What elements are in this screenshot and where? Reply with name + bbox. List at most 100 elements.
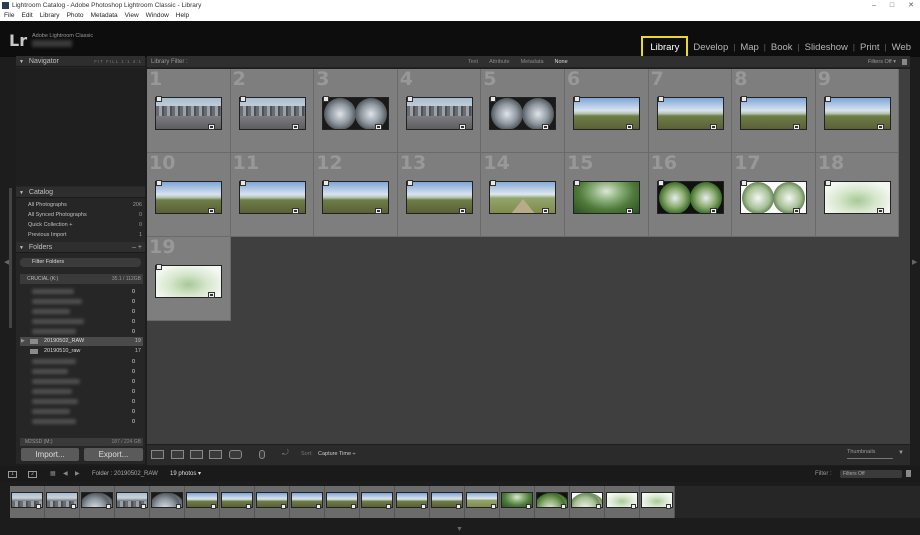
compare-view-icon[interactable] bbox=[190, 450, 203, 459]
survey-view-icon[interactable] bbox=[209, 450, 222, 459]
pick-flag-icon[interactable] bbox=[239, 180, 246, 186]
lock-icon[interactable] bbox=[902, 59, 907, 65]
filter-text[interactable]: Text bbox=[468, 56, 478, 68]
grid-cell[interactable]: 7 bbox=[648, 68, 733, 153]
grid-cell[interactable]: 13 bbox=[397, 152, 482, 237]
pick-flag-icon[interactable] bbox=[490, 96, 497, 102]
pick-flag-icon[interactable] bbox=[323, 180, 330, 186]
edit-badge-icon[interactable] bbox=[626, 208, 633, 214]
catalog-item[interactable]: All Photographs 206 bbox=[28, 200, 142, 210]
pick-flag-icon[interactable] bbox=[657, 96, 664, 102]
toolbar-menu-chevron-icon[interactable]: ▼ bbox=[898, 450, 904, 456]
pick-flag-icon[interactable] bbox=[490, 180, 497, 186]
pick-flag-icon[interactable] bbox=[156, 264, 162, 270]
module-develop[interactable]: Develop bbox=[688, 42, 733, 53]
filmstrip-thumbnail[interactable] bbox=[465, 486, 500, 518]
edit-badge-icon[interactable] bbox=[208, 208, 215, 214]
edit-badge-icon[interactable] bbox=[709, 124, 717, 130]
edit-badge-icon[interactable] bbox=[626, 124, 633, 130]
add-folder-icon[interactable]: – + bbox=[132, 242, 142, 253]
catalog-item[interactable]: Quick Collection + 0 bbox=[28, 220, 142, 230]
loupe-view-icon[interactable] bbox=[171, 450, 184, 459]
module-book[interactable]: Book bbox=[766, 42, 798, 53]
folders-header[interactable]: ▼ Folders – + bbox=[16, 242, 145, 253]
grid-cell[interactable]: 6 bbox=[565, 68, 649, 153]
back-arrow-icon[interactable]: ◀ bbox=[63, 466, 68, 482]
sort-direction-icon[interactable]: ⤾ bbox=[282, 448, 295, 457]
filter-folders-input[interactable]: Filter Folders bbox=[20, 258, 141, 267]
menu-edit[interactable]: Edit bbox=[21, 11, 32, 21]
grid-view-icon[interactable] bbox=[151, 450, 164, 459]
filmstrip-thumbnail[interactable] bbox=[535, 486, 570, 518]
right-panel-toggle-icon[interactable]: ▶ bbox=[912, 258, 917, 266]
grid-cell[interactable]: 9 bbox=[815, 68, 900, 153]
pick-flag-icon[interactable] bbox=[824, 180, 831, 186]
edit-badge-icon[interactable] bbox=[876, 208, 884, 214]
grid-small-icon[interactable]: ▦ bbox=[50, 466, 56, 482]
grid-cell[interactable]: 17 bbox=[732, 152, 816, 237]
filmstrip-thumbnail[interactable] bbox=[430, 486, 465, 518]
pick-flag-icon[interactable] bbox=[741, 96, 748, 102]
pick-flag-icon[interactable] bbox=[741, 180, 748, 186]
grid-cell[interactable]: 12 bbox=[314, 152, 398, 237]
edit-badge-icon[interactable] bbox=[375, 124, 383, 130]
volume-crucial[interactable]: CRUCIAL (K:) 35.1 / 112GB bbox=[20, 274, 143, 284]
edit-badge-icon[interactable] bbox=[542, 208, 550, 214]
menu-metadata[interactable]: Metadata bbox=[91, 11, 118, 21]
catalog-header[interactable]: ▼ Catalog bbox=[16, 187, 145, 198]
filmstrip-thumbnail[interactable] bbox=[395, 486, 430, 518]
volume-m2ssd[interactable]: M2SSD (M:) 187 / 224 GB bbox=[20, 438, 143, 446]
edit-badge-icon[interactable] bbox=[208, 124, 215, 130]
grid-cell[interactable]: 18 bbox=[815, 152, 900, 237]
filmstrip-thumbnail[interactable] bbox=[220, 486, 255, 518]
edit-badge-icon[interactable] bbox=[793, 208, 801, 214]
filter-preset-dropdown[interactable]: Filters Off ▾ bbox=[868, 56, 896, 68]
filmstrip-thumbnail[interactable] bbox=[45, 486, 80, 518]
close-button[interactable]: ✕ bbox=[908, 0, 914, 11]
module-map[interactable]: Map bbox=[735, 42, 763, 53]
lock-icon[interactable] bbox=[906, 470, 911, 477]
monitor-2-button[interactable]: 2 bbox=[28, 471, 37, 478]
edit-badge-icon[interactable] bbox=[793, 124, 801, 130]
export-button[interactable]: Export... bbox=[84, 448, 143, 461]
module-slideshow[interactable]: Slideshow bbox=[800, 42, 853, 53]
grid-cell[interactable]: 16 bbox=[648, 152, 733, 237]
grid-cell[interactable]: 2 bbox=[230, 68, 315, 153]
menu-window[interactable]: Window bbox=[146, 11, 169, 21]
pick-flag-icon[interactable] bbox=[156, 96, 162, 102]
menu-file[interactable]: File bbox=[4, 11, 14, 21]
pick-flag-icon[interactable] bbox=[574, 180, 580, 186]
edit-badge-icon[interactable] bbox=[375, 208, 383, 214]
grid-cell[interactable]: 3 bbox=[314, 68, 398, 153]
pick-flag-icon[interactable] bbox=[406, 180, 413, 186]
painter-icon[interactable] bbox=[259, 450, 265, 459]
filmstrip-thumbnail[interactable] bbox=[360, 486, 395, 518]
people-view-icon[interactable] bbox=[229, 450, 242, 459]
navigator-zoom-options[interactable]: FIT FILL 1:1 4:1 bbox=[94, 56, 142, 67]
maximize-button[interactable]: □ bbox=[890, 0, 894, 11]
filmstrip-thumbnail[interactable] bbox=[570, 486, 605, 518]
pick-flag-icon[interactable] bbox=[239, 96, 246, 102]
filmstrip-thumbnail[interactable] bbox=[640, 486, 675, 518]
pick-flag-icon[interactable] bbox=[406, 96, 413, 102]
folder-row-selected[interactable]: ▶ 20190502_RAW 19 bbox=[20, 337, 143, 346]
filmstrip-thumbnail[interactable] bbox=[500, 486, 535, 518]
filter-metadata[interactable]: Metadata bbox=[521, 56, 544, 68]
grid-cell[interactable]: 19 bbox=[147, 236, 231, 321]
catalog-item[interactable]: Previous Import 1 bbox=[28, 230, 142, 240]
photo-count[interactable]: 19 photos ▾ bbox=[170, 466, 201, 482]
filmstrip-thumbnail[interactable] bbox=[290, 486, 325, 518]
monitor-1-button[interactable]: 1 bbox=[8, 471, 17, 478]
filmstrip-thumbnail[interactable] bbox=[115, 486, 150, 518]
edit-badge-icon[interactable] bbox=[542, 124, 550, 130]
edit-badge-icon[interactable] bbox=[458, 208, 466, 214]
grid-cell[interactable]: 4 bbox=[397, 68, 482, 153]
pick-flag-icon[interactable] bbox=[574, 96, 580, 102]
filmstrip-thumbnail[interactable] bbox=[325, 486, 360, 518]
grid-cell[interactable]: 1 bbox=[147, 68, 231, 153]
catalog-item[interactable]: All Synced Photographs 0 bbox=[28, 210, 142, 220]
edit-badge-icon[interactable] bbox=[709, 208, 717, 214]
thumbnail-size-slider[interactable] bbox=[847, 458, 893, 459]
minimize-button[interactable]: – bbox=[872, 0, 876, 11]
filmstrip-thumbnail[interactable] bbox=[150, 486, 185, 518]
